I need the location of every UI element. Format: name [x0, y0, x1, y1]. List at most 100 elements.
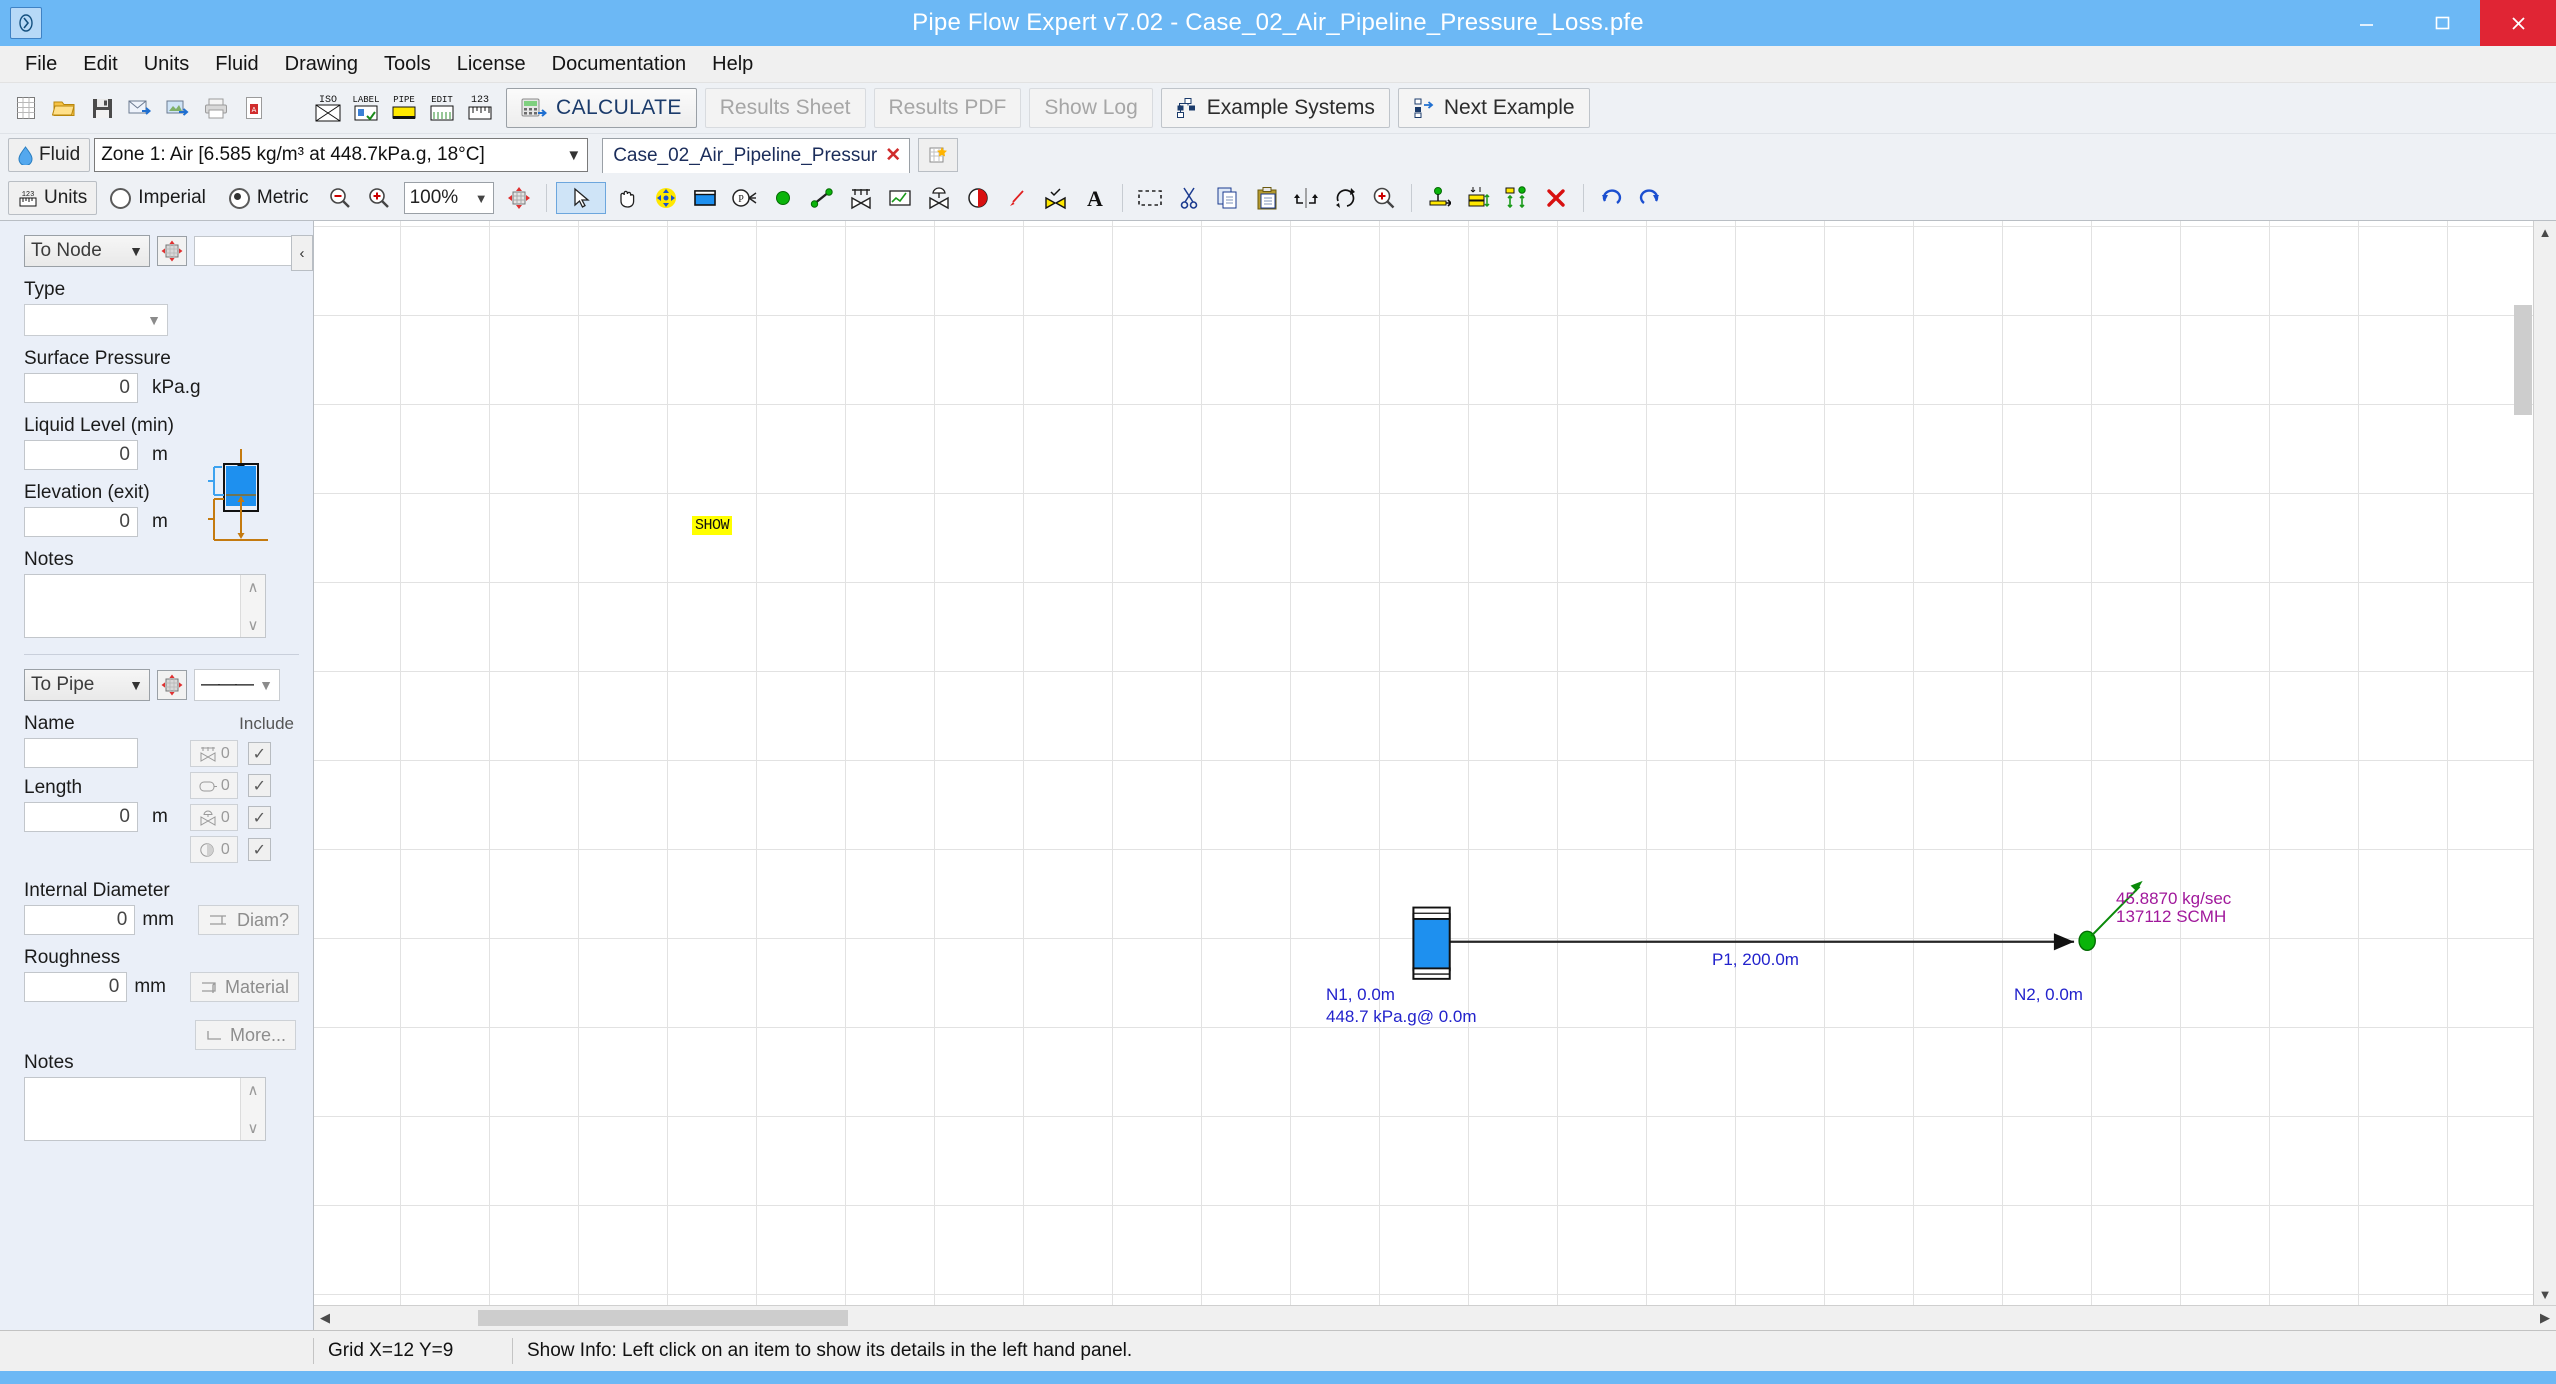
iso-view-icon[interactable]: ISO — [310, 90, 346, 126]
canvas-hscroll-thumb[interactable] — [478, 1310, 848, 1326]
close-tab-icon[interactable]: ✕ — [885, 144, 901, 167]
node-align-right-icon[interactable] — [1421, 180, 1457, 216]
select-pointer-icon[interactable] — [555, 182, 606, 214]
target-node-icon[interactable] — [157, 236, 187, 266]
scroll-left-icon[interactable]: ◀ — [314, 1307, 336, 1329]
calculate-button[interactable]: CALCULATE — [506, 88, 697, 128]
control-valve-include-checkbox[interactable]: ✓ — [247, 806, 271, 829]
cut-icon[interactable] — [1171, 180, 1207, 216]
tank-icon[interactable] — [687, 180, 723, 216]
marquee-select-icon[interactable] — [1132, 180, 1168, 216]
imperial-radio[interactable]: Imperial — [110, 187, 206, 209]
zoom-region-icon[interactable] — [1366, 180, 1402, 216]
valve-icon[interactable] — [843, 180, 879, 216]
minimize-button[interactable] — [2328, 0, 2404, 46]
copy-icon[interactable] — [1210, 180, 1246, 216]
pencil-icon[interactable] — [999, 180, 1035, 216]
undo-icon[interactable] — [1593, 180, 1629, 216]
distribute-icon[interactable] — [1499, 180, 1535, 216]
document-tab[interactable]: Case_02_Air_Pipeline_Pressur ✕ — [602, 137, 911, 173]
scroll-down-icon[interactable]: ∨ — [248, 1119, 259, 1137]
node-notes-input[interactable]: ∧ ∨ — [24, 574, 266, 638]
results-pdf-button[interactable]: Results PDF — [873, 88, 1022, 128]
elevation-input[interactable]: 0 — [24, 507, 138, 537]
pan-hand-icon[interactable] — [609, 180, 645, 216]
menu-help[interactable]: Help — [699, 49, 766, 80]
notes-scrollbar[interactable]: ∧ ∨ — [240, 575, 265, 637]
pipe-icon[interactable]: PIPE — [386, 90, 422, 126]
open-folder-icon[interactable] — [46, 90, 82, 126]
units-button[interactable]: 123 Units — [8, 181, 98, 215]
material-button[interactable]: Material — [189, 972, 299, 1002]
pipe-name-input[interactable] — [24, 738, 138, 768]
text-tool-icon[interactable]: A — [1077, 180, 1113, 216]
menu-units[interactable]: Units — [131, 49, 203, 80]
pipe-draw-icon[interactable] — [804, 180, 840, 216]
scroll-down-icon[interactable]: ∨ — [248, 616, 259, 634]
canvas-horizontal-scrollbar[interactable]: ◀ ▶ — [314, 1305, 2556, 1330]
internal-diameter-input[interactable]: 0 — [24, 905, 136, 935]
pipe-length-input[interactable]: 0 — [24, 802, 138, 832]
canvas-vscroll-thumb[interactable] — [2514, 305, 2532, 415]
tank-align-icon[interactable] — [1460, 180, 1496, 216]
menu-edit[interactable]: Edit — [70, 49, 130, 80]
fluid-zone-select[interactable]: Zone 1: Air [6.585 kg/m³ at 448.7kPa.g, … — [94, 138, 589, 172]
fit-to-grid-icon[interactable] — [501, 180, 537, 216]
example-systems-button[interactable]: Example Systems — [1160, 88, 1390, 128]
check-valve-icon[interactable] — [1038, 180, 1074, 216]
menu-license[interactable]: License — [444, 49, 539, 80]
maximize-button[interactable] — [2404, 0, 2480, 46]
target-pipe-icon[interactable] — [157, 670, 187, 700]
pipe-notes-input[interactable]: ∧ ∨ — [24, 1077, 266, 1141]
pump-include-checkbox[interactable]: ✓ — [247, 838, 271, 861]
new-file-icon[interactable] — [8, 90, 44, 126]
email-icon[interactable] — [122, 90, 158, 126]
scroll-down-icon[interactable]: ▼ — [2534, 1283, 2556, 1305]
show-log-button[interactable]: Show Log — [1029, 88, 1153, 128]
fluid-button[interactable]: Fluid — [8, 138, 91, 172]
export-pdf-icon[interactable]: A — [236, 90, 272, 126]
menu-tools[interactable]: Tools — [371, 49, 444, 80]
scroll-up-icon[interactable]: ▲ — [2534, 221, 2556, 243]
pipe-notes-scrollbar[interactable]: ∧ ∨ — [240, 1078, 265, 1140]
valve-fitting-icon[interactable]: 0 — [189, 740, 238, 767]
zoom-in-icon[interactable] — [361, 180, 397, 216]
export-image-icon[interactable] — [160, 90, 196, 126]
pump-icon[interactable] — [960, 180, 996, 216]
scroll-right-icon[interactable]: ▶ — [2534, 1307, 2556, 1329]
menu-fluid[interactable]: Fluid — [202, 49, 271, 80]
delete-icon[interactable] — [1538, 180, 1574, 216]
scroll-up-icon[interactable]: ∧ — [248, 1081, 259, 1099]
save-icon[interactable] — [84, 90, 120, 126]
metric-radio[interactable]: Metric — [228, 187, 309, 209]
move-node-icon[interactable] — [648, 180, 684, 216]
collapse-panel-icon[interactable]: ‹ — [291, 235, 313, 271]
valve-include-checkbox[interactable]: ✓ — [247, 742, 271, 765]
redo-icon[interactable] — [1632, 180, 1668, 216]
control-valve-icon[interactable] — [921, 180, 957, 216]
menu-documentation[interactable]: Documentation — [539, 49, 700, 80]
component-include-checkbox[interactable]: ✓ — [247, 774, 271, 797]
pump-fitting-icon[interactable]: 0 — [189, 836, 238, 863]
results-sheet-button[interactable]: Results Sheet — [704, 88, 866, 128]
surface-pressure-input[interactable]: 0 — [24, 373, 138, 403]
canvas-vertical-scrollbar[interactable]: ▲ ▼ — [2533, 221, 2556, 1305]
scroll-up-icon[interactable]: ∧ — [248, 578, 259, 596]
menu-file[interactable]: File — [12, 49, 70, 80]
label-icon[interactable]: LABEL — [348, 90, 384, 126]
zoom-level-select[interactable]: 100% ▼ — [403, 182, 494, 214]
schematic-canvas[interactable]: SHOW P1, 200.0m N1, 0.0m 448.7 kPa.g@ 0.… — [314, 221, 2533, 1305]
pipe-linestyle-select[interactable]: ——— ▼ — [194, 669, 280, 701]
edit-icon[interactable]: EDIT — [424, 90, 460, 126]
zoom-out-icon[interactable] — [322, 180, 358, 216]
node-name-input[interactable] — [194, 236, 294, 266]
menu-drawing[interactable]: Drawing — [272, 49, 371, 80]
new-document-tab-button[interactable] — [918, 138, 959, 172]
units-icon[interactable]: 123 — [462, 90, 498, 126]
roughness-input[interactable]: 0 — [24, 972, 128, 1002]
pressure-node-icon[interactable]: P — [726, 180, 762, 216]
node-type-select[interactable]: ▼ — [24, 304, 168, 336]
pipe-target-select[interactable]: To Pipe ▼ — [24, 669, 150, 701]
liquid-level-input[interactable]: 0 — [24, 440, 138, 470]
diam-button[interactable]: Diam? — [197, 905, 299, 935]
